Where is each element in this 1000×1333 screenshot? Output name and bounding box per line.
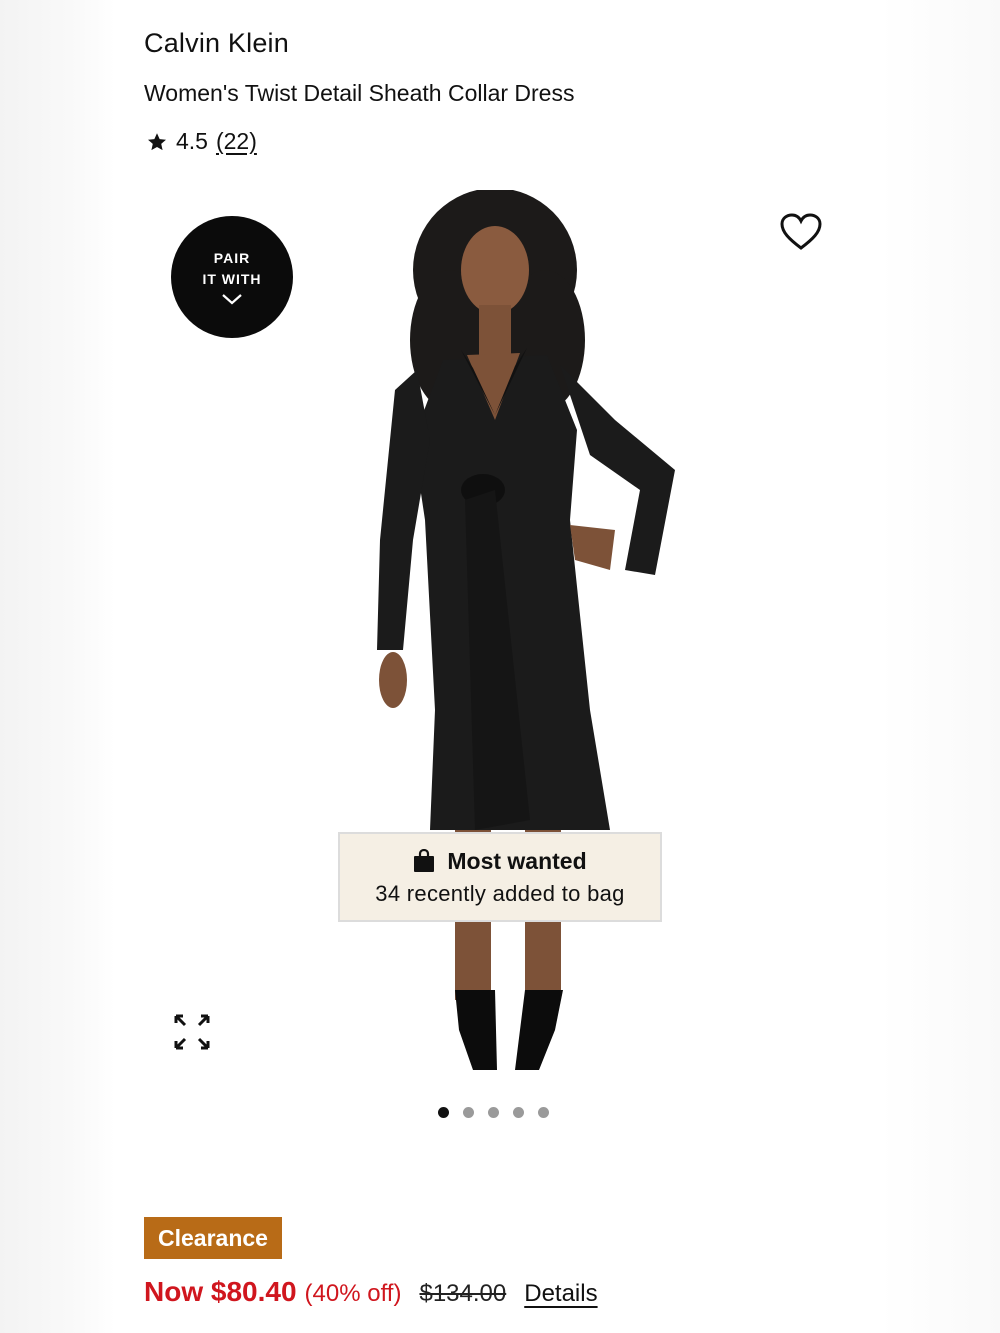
rating-summary[interactable]: 4.5 (22) bbox=[146, 128, 257, 155]
right-gutter bbox=[880, 0, 1000, 1333]
product-photo-model bbox=[377, 190, 675, 1070]
carousel-dot[interactable] bbox=[513, 1107, 524, 1118]
original-price: $134.00 bbox=[419, 1280, 507, 1307]
clearance-badge: Clearance bbox=[144, 1217, 282, 1259]
star-icon bbox=[148, 132, 166, 150]
carousel-dot[interactable] bbox=[438, 1107, 449, 1118]
price-details-link[interactable]: Details bbox=[524, 1280, 597, 1308]
price-row: Now $80.40 (40% off) $134.00 Details bbox=[144, 1276, 598, 1308]
sale-price: Now $80.40 bbox=[144, 1276, 297, 1307]
pair-badge-line2: IT WITH bbox=[202, 271, 262, 287]
chevron-down-icon bbox=[222, 294, 242, 305]
left-gutter bbox=[0, 0, 115, 1333]
most-wanted-banner: Most wanted 34 recently added to bag bbox=[338, 832, 662, 922]
most-wanted-subtitle: 34 recently added to bag bbox=[375, 880, 625, 906]
carousel-dot[interactable] bbox=[538, 1107, 549, 1118]
review-count-link[interactable]: (22) bbox=[216, 128, 257, 155]
product-title: Women's Twist Detail Sheath Collar Dress bbox=[144, 80, 575, 106]
pair-badge-line1: PAIR bbox=[213, 250, 251, 266]
most-wanted-title: Most wanted bbox=[447, 847, 587, 874]
discount-percent: (40% off) bbox=[304, 1280, 402, 1307]
rating-value: 4.5 bbox=[176, 128, 208, 154]
heart-icon[interactable] bbox=[779, 212, 823, 252]
carousel-dot[interactable] bbox=[488, 1107, 499, 1118]
shopping-bag-icon bbox=[414, 849, 435, 872]
expand-icon[interactable] bbox=[172, 1012, 212, 1052]
carousel-pagination bbox=[438, 1107, 549, 1118]
pair-it-with-button[interactable]: PAIR IT WITH bbox=[171, 216, 293, 338]
brand-name[interactable]: Calvin Klein bbox=[144, 28, 289, 59]
carousel-dot[interactable] bbox=[463, 1107, 474, 1118]
most-wanted-title-row: Most wanted bbox=[413, 847, 587, 875]
